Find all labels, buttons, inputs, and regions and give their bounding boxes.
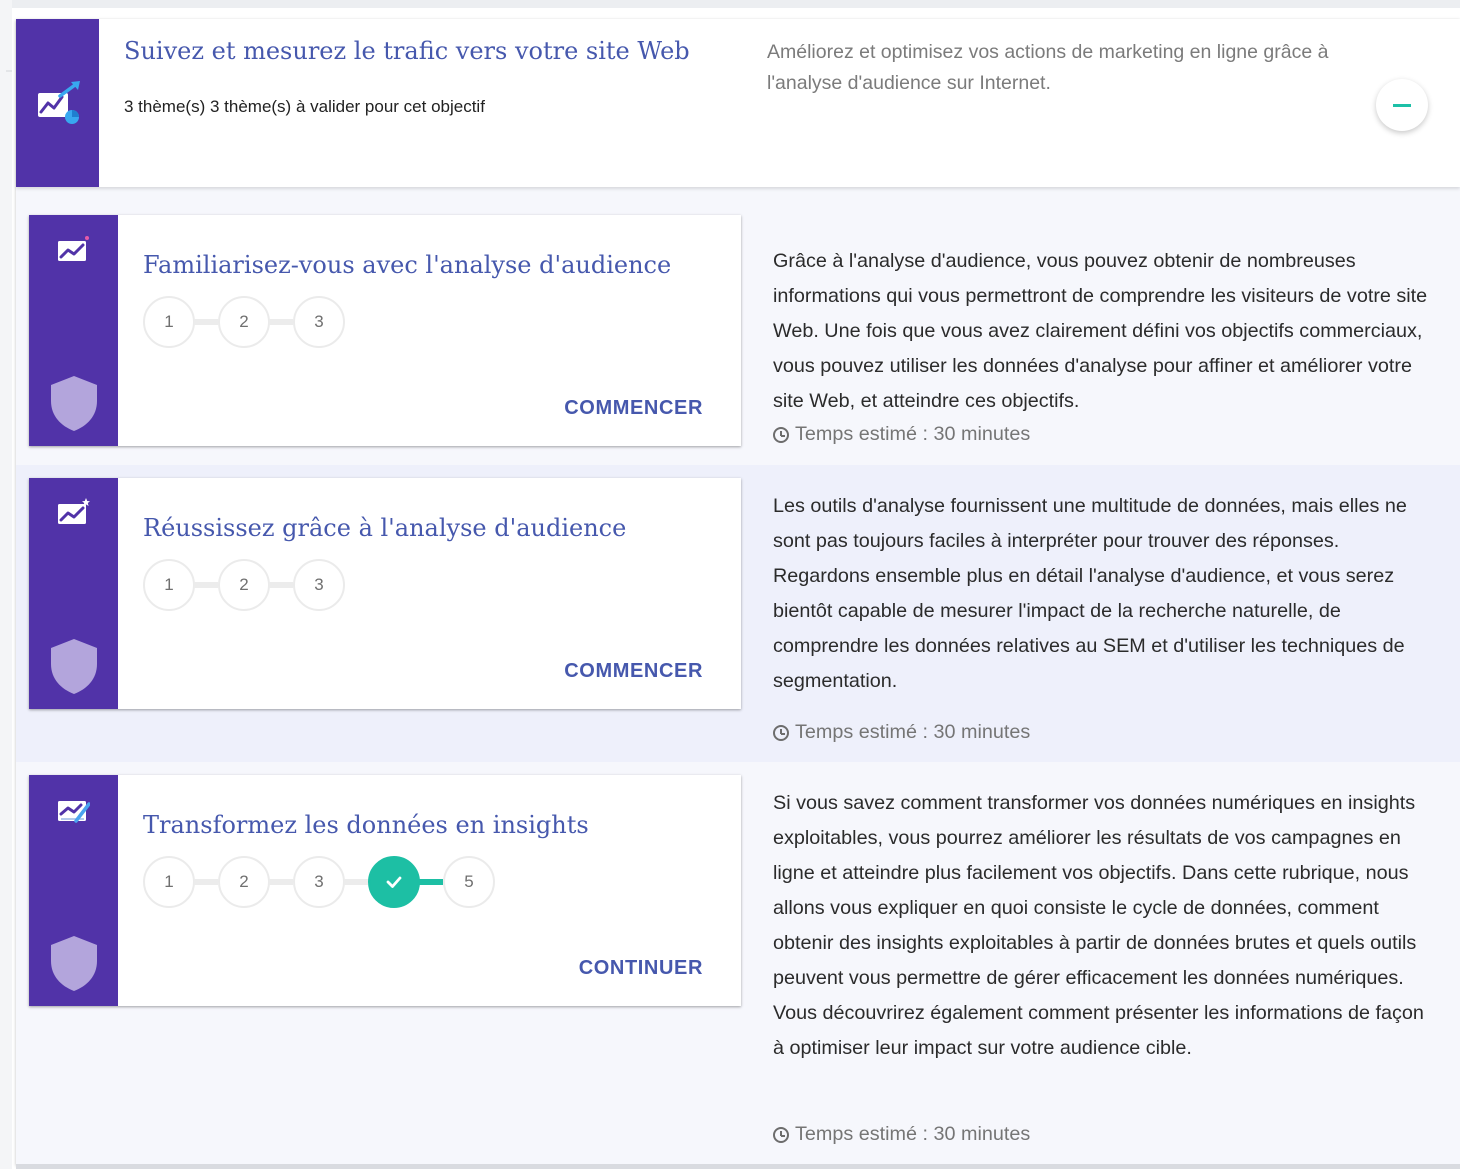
step-5[interactable]: 5 <box>443 856 495 908</box>
clock-icon <box>773 1127 789 1143</box>
shield-icon <box>51 639 97 694</box>
module-card[interactable]: Familiarisez-vous avec l'analyse d'audie… <box>29 215 741 446</box>
continue-button[interactable]: CONTINUER <box>579 957 703 980</box>
panel-bottom-edge <box>16 1164 1460 1169</box>
step-connector <box>269 879 293 885</box>
clock-icon <box>773 427 789 443</box>
divider <box>6 70 12 72</box>
clock-icon <box>773 725 789 741</box>
step-1[interactable]: 1 <box>143 296 195 348</box>
line-chart-icon <box>58 236 89 261</box>
step-connector <box>269 582 293 588</box>
shield-icon <box>51 376 97 431</box>
estimated-time-text: Temps estimé : 30 minutes <box>795 1123 1031 1145</box>
step-connector <box>194 879 218 885</box>
step-3[interactable]: 3 <box>293 296 345 348</box>
module-title[interactable]: Transformez les données en insights <box>143 811 589 839</box>
module-color-band <box>29 478 118 709</box>
line-chart-star-icon <box>58 498 90 524</box>
window-top-strip <box>0 0 1460 8</box>
step-4-completed[interactable] <box>368 856 420 908</box>
minus-icon <box>1393 104 1411 107</box>
module-card[interactable]: Réussissez grâce à l'analyse d'audience … <box>29 478 741 709</box>
step-2[interactable]: 2 <box>218 559 270 611</box>
module-row: Transformez les données en insights 1 2 … <box>16 762 1460 1165</box>
estimated-time-text: Temps estimé : 30 minutes <box>795 721 1031 743</box>
objective-theme-count: 3 thème(s) 3 thème(s) à valider pour cet… <box>124 97 485 116</box>
module-description: Si vous savez comment transformer vos do… <box>773 792 1424 1059</box>
step-1[interactable]: 1 <box>143 559 195 611</box>
step-connector <box>344 879 368 885</box>
step-3[interactable]: 3 <box>293 559 345 611</box>
check-icon <box>386 876 402 888</box>
objective-description: Améliorez et optimisez vos actions de ma… <box>767 41 1329 94</box>
objective-header: Suivez et mesurez le trafic vers votre s… <box>16 19 1460 187</box>
estimated-time: Temps estimé : 30 minutes <box>773 721 1030 744</box>
module-description: Grâce à l'analyse d'audience, vous pouve… <box>773 250 1428 412</box>
module-title[interactable]: Réussissez grâce à l'analyse d'audience <box>143 514 626 542</box>
start-button[interactable]: COMMENCER <box>564 660 703 683</box>
estimated-time: Temps estimé : 30 minutes <box>773 423 1030 446</box>
step-connector <box>419 879 443 885</box>
estimated-time-text: Temps estimé : 30 minutes <box>795 423 1031 445</box>
module-description: Les outils d'analyse fournissent une mul… <box>773 495 1407 692</box>
module-card[interactable]: Transformez les données en insights 1 2 … <box>29 775 741 1006</box>
step-connector <box>194 319 218 325</box>
step-progress: 1 2 3 <box>143 296 523 352</box>
line-chart-pencil-icon <box>58 801 90 823</box>
step-connector <box>194 582 218 588</box>
collapse-button[interactable] <box>1376 79 1428 131</box>
objective-title[interactable]: Suivez et mesurez le trafic vers votre s… <box>124 37 690 65</box>
objective-panel: Suivez et mesurez le trafic vers votre s… <box>16 19 1460 1165</box>
module-title[interactable]: Familiarisez-vous avec l'analyse d'audie… <box>143 251 671 279</box>
trend-chart-icon <box>38 81 80 124</box>
step-2[interactable]: 2 <box>218 296 270 348</box>
step-1[interactable]: 1 <box>143 856 195 908</box>
step-3[interactable]: 3 <box>293 856 345 908</box>
estimated-time: Temps estimé : 30 minutes <box>773 1123 1030 1146</box>
objective-color-band <box>16 19 99 187</box>
module-row: Familiarisez-vous avec l'analyse d'audie… <box>16 207 1460 465</box>
module-color-band <box>29 215 118 446</box>
step-progress: 1 2 3 5 <box>143 856 523 912</box>
step-2[interactable]: 2 <box>218 856 270 908</box>
module-row: Réussissez grâce à l'analyse d'audience … <box>16 465 1460 762</box>
shield-icon <box>51 936 97 991</box>
step-connector <box>269 319 293 325</box>
start-button[interactable]: COMMENCER <box>564 397 703 420</box>
step-progress: 1 2 3 <box>143 559 523 615</box>
window-left-strip <box>0 0 12 1169</box>
module-color-band <box>29 775 118 1006</box>
